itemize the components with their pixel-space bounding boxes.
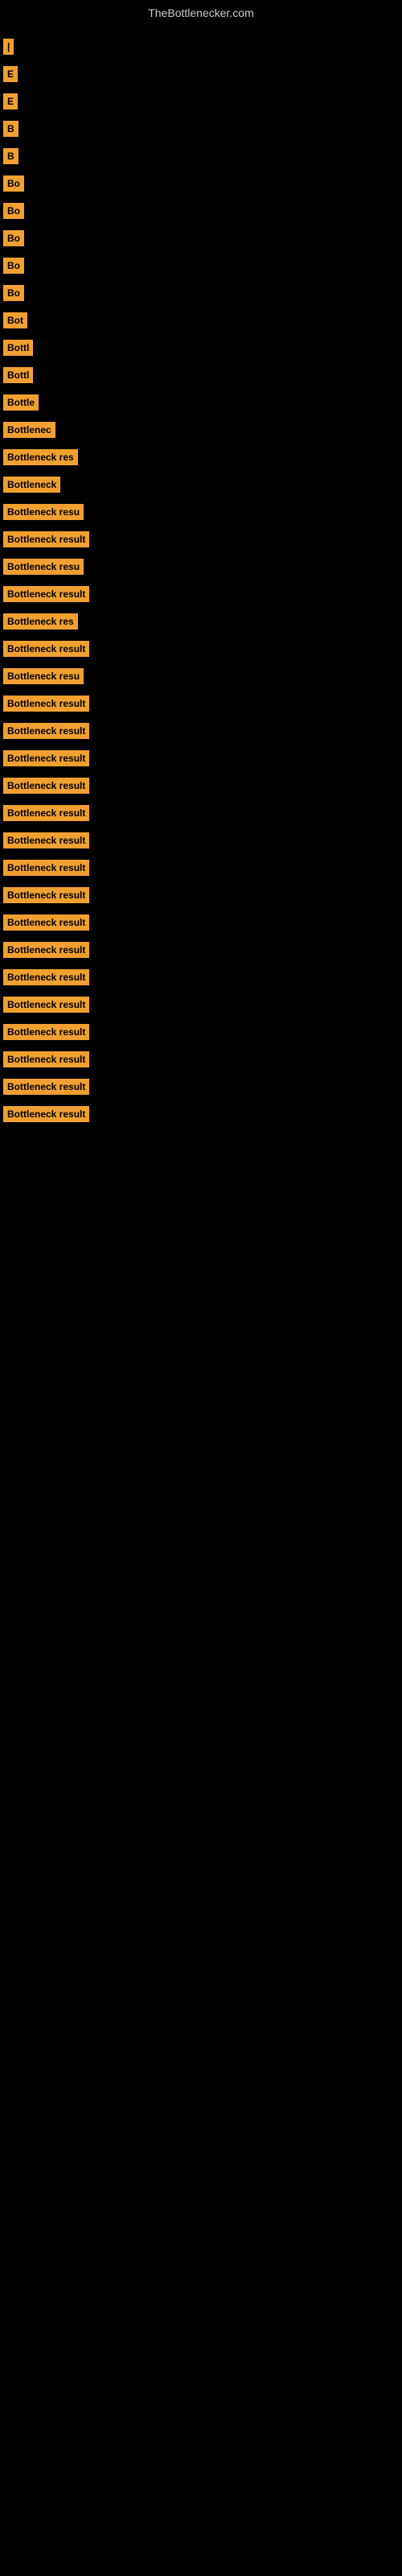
label-box[interactable]: Bottleneck result	[3, 1051, 89, 1067]
label-box[interactable]: Bottleneck result	[3, 586, 89, 602]
label-box[interactable]: Bottleneck resu	[3, 668, 84, 684]
site-title: TheBottlenecker.com	[0, 0, 402, 23]
list-item: E	[0, 63, 402, 85]
list-item: Bottleneck result	[0, 802, 402, 824]
list-item: Bottleneck result	[0, 638, 402, 660]
list-item: Bo	[0, 172, 402, 195]
list-item: Bottleneck result	[0, 1048, 402, 1071]
list-item: Bottleneck result	[0, 1021, 402, 1043]
label-box[interactable]: Bottleneck result	[3, 723, 89, 739]
label-box[interactable]: Bottleneck res	[3, 613, 78, 630]
label-box[interactable]: Bo	[3, 258, 24, 274]
list-item: Bottleneck result	[0, 692, 402, 715]
list-item: Bottleneck result	[0, 747, 402, 770]
label-box[interactable]: Bottleneck result	[3, 1079, 89, 1095]
label-box[interactable]: Bottlenec	[3, 422, 55, 438]
label-box[interactable]: Bottleneck result	[3, 914, 89, 931]
list-item: Bottleneck result	[0, 939, 402, 961]
label-box[interactable]: Bottleneck result	[3, 832, 89, 848]
label-box[interactable]: Bottleneck result	[3, 778, 89, 794]
label-box[interactable]: Bot	[3, 312, 27, 328]
list-item: Bottl	[0, 364, 402, 386]
list-item: Bottl	[0, 336, 402, 359]
label-box[interactable]: Bottleneck result	[3, 887, 89, 903]
list-item: Bo	[0, 282, 402, 304]
list-item: B	[0, 118, 402, 140]
list-item: E	[0, 90, 402, 113]
list-item: Bottleneck result	[0, 884, 402, 906]
label-box[interactable]: Bo	[3, 203, 24, 219]
list-item: Bottle	[0, 391, 402, 414]
label-box[interactable]: Bottle	[3, 394, 39, 411]
label-box[interactable]: Bottleneck	[3, 477, 60, 493]
list-item: Bottlenec	[0, 419, 402, 441]
label-box[interactable]: |	[3, 39, 14, 55]
label-box[interactable]: Bottleneck result	[3, 1024, 89, 1040]
list-item: Bottleneck result	[0, 1103, 402, 1125]
list-item: Bottleneck resu	[0, 665, 402, 687]
list-item: Bottleneck result	[0, 911, 402, 934]
label-box[interactable]: E	[3, 93, 18, 109]
label-box[interactable]: Bottleneck result	[3, 750, 89, 766]
label-box[interactable]: Bo	[3, 230, 24, 246]
label-box[interactable]: E	[3, 66, 18, 82]
label-box[interactable]: Bo	[3, 285, 24, 301]
list-item: Bottleneck	[0, 473, 402, 496]
list-item: Bo	[0, 254, 402, 277]
label-box[interactable]: Bottleneck result	[3, 531, 89, 547]
label-box[interactable]: B	[3, 121, 18, 137]
list-item: Bottleneck resu	[0, 555, 402, 578]
label-box[interactable]: Bottleneck result	[3, 1106, 89, 1122]
label-box[interactable]: Bottleneck result	[3, 997, 89, 1013]
list-item: |	[0, 35, 402, 58]
items-container: |EEBBBoBoBoBoBoBotBottlBottlBottleBottle…	[0, 23, 402, 1138]
list-item: Bottleneck result	[0, 774, 402, 797]
label-box[interactable]: Bottleneck res	[3, 449, 78, 465]
list-item: Bot	[0, 309, 402, 332]
label-box[interactable]: Bottleneck result	[3, 696, 89, 712]
label-box[interactable]: B	[3, 148, 18, 164]
list-item: Bottleneck result	[0, 966, 402, 989]
label-box[interactable]: Bottleneck result	[3, 969, 89, 985]
list-item: B	[0, 145, 402, 167]
list-item: Bottleneck result	[0, 1075, 402, 1098]
list-item: Bo	[0, 200, 402, 222]
label-box[interactable]: Bottleneck result	[3, 641, 89, 657]
list-item: Bottleneck resu	[0, 501, 402, 523]
list-item: Bottleneck result	[0, 993, 402, 1016]
label-box[interactable]: Bo	[3, 175, 24, 192]
label-box[interactable]: Bottleneck result	[3, 942, 89, 958]
list-item: Bottleneck result	[0, 583, 402, 605]
list-item: Bottleneck res	[0, 446, 402, 469]
list-item: Bottleneck res	[0, 610, 402, 633]
list-item: Bottleneck result	[0, 528, 402, 551]
list-item: Bo	[0, 227, 402, 250]
label-box[interactable]: Bottleneck resu	[3, 559, 84, 575]
label-box[interactable]: Bottleneck result	[3, 860, 89, 876]
list-item: Bottleneck result	[0, 829, 402, 852]
label-box[interactable]: Bottleneck result	[3, 805, 89, 821]
label-box[interactable]: Bottl	[3, 367, 33, 383]
label-box[interactable]: Bottleneck resu	[3, 504, 84, 520]
list-item: Bottleneck result	[0, 857, 402, 879]
list-item: Bottleneck result	[0, 720, 402, 742]
label-box[interactable]: Bottl	[3, 340, 33, 356]
